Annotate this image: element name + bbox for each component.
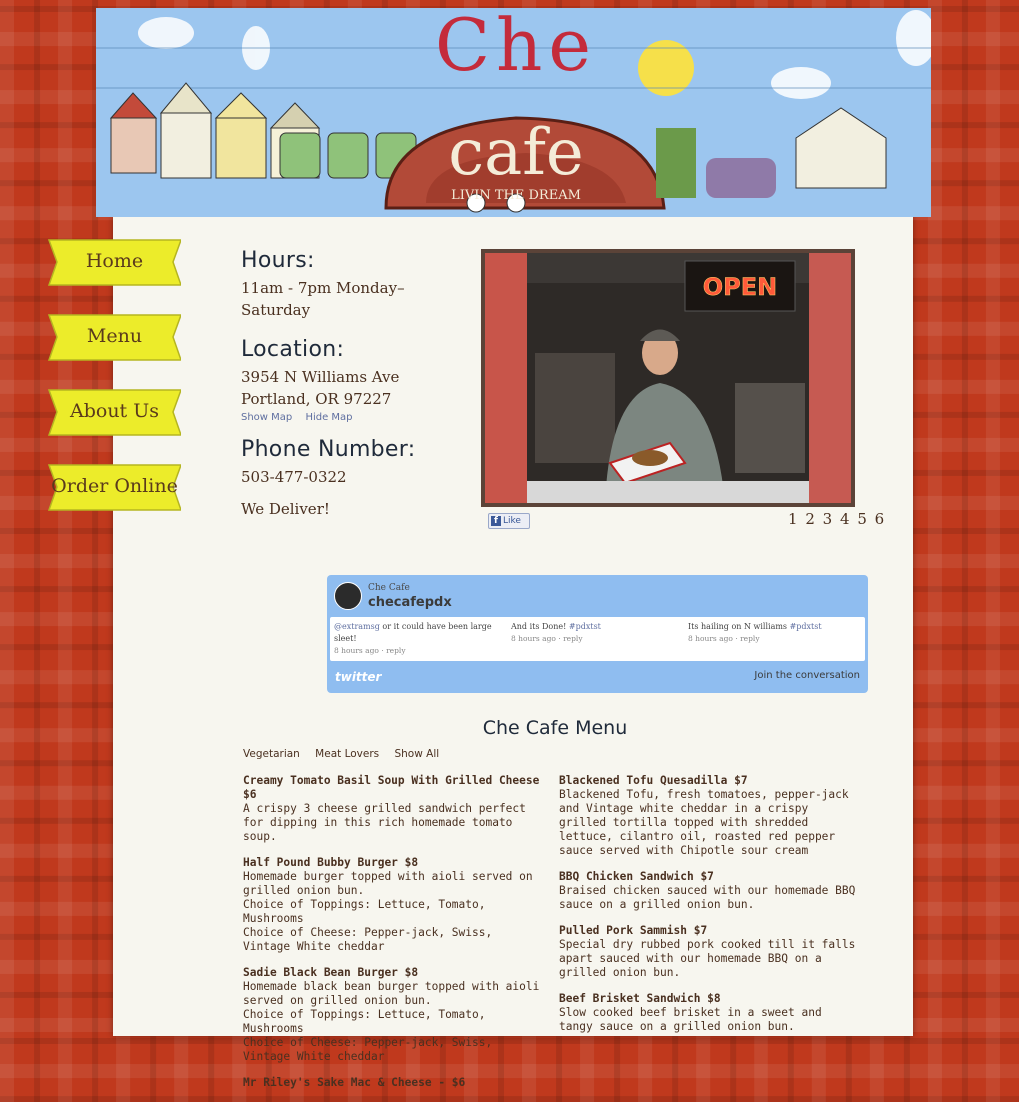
menu-item: Beef Brisket Sandwich $8 Slow cooked bee… xyxy=(559,992,861,1034)
twitter-name: Che Cafe xyxy=(368,583,410,593)
menu-item: Half Pound Bubby Burger $8 Homemade burg… xyxy=(243,856,545,954)
pager-page-4[interactable]: 4 xyxy=(840,510,850,528)
menu-item-cheese: Choice of Cheese: Pepper-jack, Swiss, Vi… xyxy=(243,1036,493,1063)
open-sign-text: OPEN xyxy=(703,273,777,301)
menu-item-desc: Slow cooked beef brisket in a sweet and … xyxy=(559,1006,822,1033)
map-links: Show Map Hide Map xyxy=(241,412,471,423)
tweet-item: Its hailing on N williams #pdxtst 8 hour… xyxy=(688,621,856,645)
menu-item-title: Sadie Black Bean Burger $8 xyxy=(243,966,419,979)
tweet-text: And its Done! xyxy=(511,622,569,631)
show-map-link[interactable]: Show Map xyxy=(241,412,292,423)
nav-order-online-label: Order Online xyxy=(51,475,178,497)
menu-item-title: Mr Riley's Sake Mac & Cheese - $6 xyxy=(243,1076,466,1089)
menu-item: BBQ Chicken Sandwich $7 Braised chicken … xyxy=(559,870,861,912)
banner-logo: Che cafe LIVIN THE DREAM xyxy=(396,8,636,217)
menu-item-cheese: Choice of Cheese: Pepper-jack, Swiss, Vi… xyxy=(243,926,493,953)
info-column: Hours: 11am - 7pm Monday–Saturday Locati… xyxy=(241,248,471,520)
menu-filters: Vegetarian Meat Lovers Show All xyxy=(243,748,451,760)
pager-page-6[interactable]: 6 xyxy=(875,510,885,528)
tweet-item: @extramsg or it could have been large sl… xyxy=(334,621,502,657)
menu-item: Mr Riley's Sake Mac & Cheese - $6 xyxy=(243,1076,545,1090)
deliver-text: We Deliver! xyxy=(241,500,330,518)
menu-item-title: Creamy Tomato Basil Soup With Grilled Ch… xyxy=(243,774,540,801)
menu-column-right: Blackened Tofu Quesadilla $7 Blackened T… xyxy=(559,774,861,1046)
nav-home-button[interactable]: Home xyxy=(48,239,181,286)
menu-item-title: Beef Brisket Sandwich $8 xyxy=(559,992,721,1005)
menu-item: Creamy Tomato Basil Soup With Grilled Ch… xyxy=(243,774,545,844)
slideshow-photo[interactable]: OPEN xyxy=(481,249,855,507)
menu-item-desc: Homemade black bean burger topped with a… xyxy=(243,980,540,1007)
menu-item-desc: Braised chicken sauced with our homemade… xyxy=(559,884,856,911)
menu-item-desc: Blackened Tofu, fresh tomatoes, pepper-j… xyxy=(559,788,849,857)
like-label: Like xyxy=(503,516,521,526)
twitter-handle[interactable]: checafepdx xyxy=(368,595,452,610)
logo-che: Che xyxy=(434,8,598,87)
menu-item-toppings: Choice of Toppings: Lettuce, Tomato, Mus… xyxy=(243,898,486,925)
menu-item-title: Blackened Tofu Quesadilla $7 xyxy=(559,774,748,787)
tweet-meta[interactable]: 8 hours ago · reply xyxy=(334,645,502,657)
nav-about-label: About Us xyxy=(70,400,159,422)
nav-menu-label: Menu xyxy=(86,325,143,347)
menu-column-left: Creamy Tomato Basil Soup With Grilled Ch… xyxy=(243,774,545,1102)
tweet-hashtag[interactable]: #pdxtst xyxy=(569,622,601,631)
tweet-list: @extramsg or it could have been large sl… xyxy=(330,617,865,661)
facebook-icon: f xyxy=(491,516,501,526)
twitter-logo[interactable]: twitter xyxy=(335,670,381,684)
pager-page-2[interactable]: 2 xyxy=(805,510,815,528)
tweet-item: And its Done! #pdxtst 8 hours ago · repl… xyxy=(511,621,679,645)
tweet-text: Its hailing on N williams xyxy=(688,622,790,631)
tweet-hashtag[interactable]: #pdxtst xyxy=(790,622,822,631)
menu-item: Sadie Black Bean Burger $8 Homemade blac… xyxy=(243,966,545,1064)
nav-menu-button[interactable]: Menu xyxy=(48,314,181,361)
menu-item: Pulled Pork Sammish $7 Special dry rubbe… xyxy=(559,924,861,980)
hide-map-link[interactable]: Hide Map xyxy=(305,412,352,423)
pager-page-5[interactable]: 5 xyxy=(857,510,867,528)
pager-page-3[interactable]: 3 xyxy=(823,510,833,528)
menu-item-title: BBQ Chicken Sandwich $7 xyxy=(559,870,714,883)
filter-vegetarian[interactable]: Vegetarian xyxy=(243,748,300,760)
filter-show-all[interactable]: Show All xyxy=(394,748,439,760)
phone-heading: Phone Number: xyxy=(241,437,416,462)
food-cart-photo: OPEN xyxy=(485,253,851,503)
menu-title: Che Cafe Menu xyxy=(482,717,628,739)
hours-text: 11am - 7pm Monday–Saturday xyxy=(241,279,405,319)
twitter-avatar[interactable] xyxy=(334,582,362,610)
address-line2: Portland, OR 97227 xyxy=(241,390,392,408)
filter-meat-lovers[interactable]: Meat Lovers xyxy=(315,748,379,760)
join-conversation-link[interactable]: Join the conversation xyxy=(754,670,860,681)
header-banner: Che cafe LIVIN THE DREAM xyxy=(96,8,931,217)
menu-item-title: Pulled Pork Sammish $7 xyxy=(559,924,708,937)
twitter-widget: Che Cafe checafepdx @extramsg or it coul… xyxy=(327,575,868,693)
menu-item: Blackened Tofu Quesadilla $7 Blackened T… xyxy=(559,774,861,858)
phone-number: 503-477-0322 xyxy=(241,468,347,486)
banner-tagline: LIVIN THE DREAM xyxy=(451,188,581,203)
slideshow-pager: 1 2 3 4 5 6 xyxy=(788,510,887,528)
location-heading: Location: xyxy=(241,337,345,362)
tweet-meta[interactable]: 8 hours ago · reply xyxy=(688,633,856,645)
menu-item-desc: Special dry rubbed pork cooked till it f… xyxy=(559,938,856,979)
nav-about-button[interactable]: About Us xyxy=(48,389,181,436)
pager-page-1[interactable]: 1 xyxy=(788,510,798,528)
logo-cafe: cafe xyxy=(448,116,584,190)
nav-home-label: Home xyxy=(85,250,144,272)
facebook-like-button[interactable]: f Like xyxy=(488,513,530,529)
tweet-meta[interactable]: 8 hours ago · reply xyxy=(511,633,679,645)
menu-item-desc: A crispy 3 cheese grilled sandwich perfe… xyxy=(243,802,526,843)
menu-item-desc: Homemade burger topped with aioli served… xyxy=(243,870,533,897)
menu-item-title: Half Pound Bubby Burger $8 xyxy=(243,856,419,869)
hours-heading: Hours: xyxy=(241,248,315,273)
address-line1: 3954 N Williams Ave xyxy=(241,368,400,386)
nav-order-online-button[interactable]: Order Online xyxy=(48,464,181,511)
tweet-mention[interactable]: @extramsg xyxy=(334,622,380,631)
